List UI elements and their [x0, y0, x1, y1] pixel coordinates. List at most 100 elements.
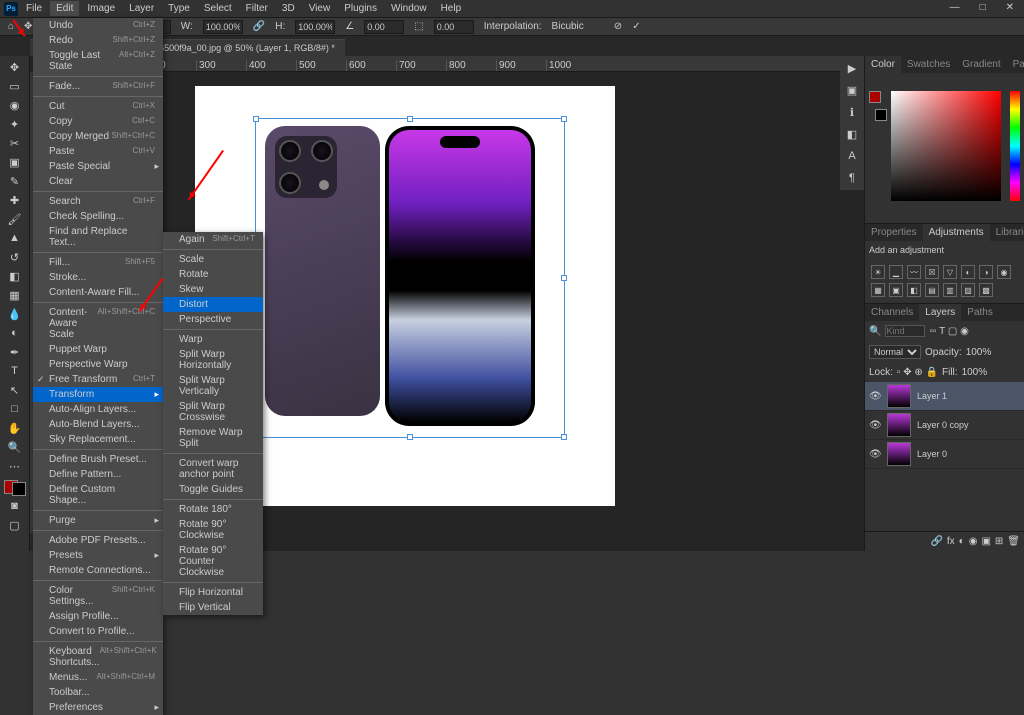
minimize-button[interactable]: — [944, 0, 966, 15]
menu-item-paste-special[interactable]: Paste Special [33, 159, 163, 174]
screenmode-tool[interactable]: ▢ [2, 516, 28, 534]
menu-item-define-pattern-[interactable]: Define Pattern... [33, 467, 163, 482]
actions-icon[interactable]: ▣ [842, 80, 862, 100]
menu-item-transform[interactable]: Transform [33, 387, 163, 402]
menu-item-search[interactable]: SearchCtrl+F [33, 194, 163, 209]
frame-tool[interactable]: ▣ [2, 153, 28, 171]
menu-item-fill-[interactable]: Fill...Shift+F5 [33, 255, 163, 270]
tab-patterns[interactable]: Patterns [1007, 56, 1024, 73]
menu-select[interactable]: Select [198, 1, 238, 16]
hue-slider[interactable] [1010, 91, 1020, 201]
menu-item-fade-[interactable]: Fade...Shift+Ctrl+F [33, 79, 163, 94]
transform-handle[interactable] [253, 116, 259, 122]
menu-item-distort[interactable]: Distort [163, 297, 263, 312]
tab-properties[interactable]: Properties [865, 224, 923, 241]
tab-paths[interactable]: Paths [961, 304, 999, 321]
layer-thumb[interactable] [887, 442, 911, 466]
transform-bounding-box[interactable] [255, 118, 565, 438]
menu-item-warp[interactable]: Warp [163, 332, 263, 347]
menu-file[interactable]: File [20, 1, 48, 16]
group-icon[interactable]: ▣ [981, 536, 990, 547]
layer-name[interactable]: Layer 1 [917, 391, 947, 401]
path-tool[interactable]: ↖ [2, 381, 28, 399]
dodge-tool[interactable]: ◐ [2, 324, 28, 342]
menu-image[interactable]: Image [81, 1, 121, 16]
quickmask-tool[interactable]: ◙ [2, 497, 28, 515]
visibility-icon[interactable]: 👁 [869, 391, 881, 402]
history-brush-tool[interactable]: ↺ [2, 248, 28, 266]
menu-item-copy-merged[interactable]: Copy MergedShift+Ctrl+C [33, 129, 163, 144]
marquee-tool[interactable]: ▭ [2, 77, 28, 95]
menu-item-flip-horizontal[interactable]: Flip Horizontal [163, 585, 263, 600]
menu-item-check-spelling-[interactable]: Check Spelling... [33, 209, 163, 224]
blend-mode-select[interactable]: Normal [869, 345, 921, 359]
layer-thumb[interactable] [887, 384, 911, 408]
new-layer-icon[interactable]: ⊞ [995, 536, 1003, 547]
fx-icon[interactable]: fx [947, 536, 955, 547]
menu-item-rotate-90-counter-clockwise[interactable]: Rotate 90° Counter Clockwise [163, 543, 263, 580]
menu-item-rotate[interactable]: Rotate [163, 267, 263, 282]
transform-w-input[interactable] [203, 20, 243, 34]
blur-tool[interactable]: 💧 [2, 305, 28, 323]
menu-edit[interactable]: Edit [50, 1, 79, 16]
menu-item-remote-connections-[interactable]: Remote Connections... [33, 563, 163, 578]
menu-item-stroke-[interactable]: Stroke... [33, 270, 163, 285]
shape-tool[interactable]: □ [2, 400, 28, 418]
menu-item-flip-vertical[interactable]: Flip Vertical [163, 600, 263, 615]
menu-item-convert-to-profile-[interactable]: Convert to Profile... [33, 624, 163, 639]
link-layers-icon[interactable]: 🔗 [930, 536, 942, 547]
menu-item-rotate-90-clockwise[interactable]: Rotate 90° Clockwise [163, 517, 263, 543]
menu-item-define-brush-preset-[interactable]: Define Brush Preset... [33, 452, 163, 467]
info-icon[interactable]: ℹ [842, 102, 862, 122]
menu-item-split-warp-horizontally[interactable]: Split Warp Horizontally [163, 347, 263, 373]
menu-item-menus-[interactable]: Menus...Alt+Shift+Ctrl+M [33, 670, 163, 685]
adj-poster[interactable]: ▤ [925, 283, 939, 297]
menu-view[interactable]: View [303, 1, 337, 16]
menu-item-toolbar-[interactable]: Toolbar... [33, 685, 163, 700]
adj-bw[interactable]: ◑ [979, 265, 993, 279]
adj-threshold[interactable]: ▥ [943, 283, 957, 297]
menu-item-split-warp-vertically[interactable]: Split Warp Vertically [163, 373, 263, 399]
adj-levels[interactable]: ▁ [889, 265, 903, 279]
adj-exposure[interactable]: ☒ [925, 265, 939, 279]
adj-invert[interactable]: ◧ [907, 283, 921, 297]
menu-item-convert-warp-anchor-point[interactable]: Convert warp anchor point [163, 456, 263, 482]
menu-item-adobe-pdf-presets-[interactable]: Adobe PDF Presets... [33, 533, 163, 548]
close-button[interactable]: ✕ [1000, 0, 1020, 15]
menu-item-find-and-replace-text-[interactable]: Find and Replace Text... [33, 224, 163, 250]
eraser-tool[interactable]: ◧ [2, 267, 28, 285]
menu-window[interactable]: Window [385, 1, 433, 16]
menu-item-define-custom-shape-[interactable]: Define Custom Shape... [33, 482, 163, 508]
layer-name[interactable]: Layer 0 copy [917, 420, 969, 430]
wand-tool[interactable]: ✦ [2, 115, 28, 133]
transform-h-input[interactable] [295, 20, 335, 34]
edit-toolbar[interactable]: ⋯ [2, 457, 28, 475]
menu-item-toggle-guides[interactable]: Toggle Guides [163, 482, 263, 497]
menu-item-presets[interactable]: Presets [33, 548, 163, 563]
menu-item-rotate-180-[interactable]: Rotate 180° [163, 502, 263, 517]
gradient-tool[interactable]: ▦ [2, 286, 28, 304]
layer-search[interactable] [885, 325, 925, 337]
menu-item-perspective-warp[interactable]: Perspective Warp [33, 357, 163, 372]
layer-thumb[interactable] [887, 413, 911, 437]
menu-item-color-settings-[interactable]: Color Settings...Shift+Ctrl+K [33, 583, 163, 609]
menu-item-perspective[interactable]: Perspective [163, 312, 263, 327]
heal-tool[interactable]: ✚ [2, 191, 28, 209]
transform-handle[interactable] [561, 434, 567, 440]
adj-brightness[interactable]: ☀ [871, 265, 885, 279]
menu-item-sky-replacement-[interactable]: Sky Replacement... [33, 432, 163, 447]
menu-item-assign-profile-[interactable]: Assign Profile... [33, 609, 163, 624]
transform-handle[interactable] [407, 434, 413, 440]
transform-skew-input[interactable] [434, 20, 474, 34]
tab-channels[interactable]: Channels [865, 304, 919, 321]
eyedropper-tool[interactable]: ✎ [2, 172, 28, 190]
menu-filter[interactable]: Filter [240, 1, 274, 16]
stamp-tool[interactable]: ▲ [2, 229, 28, 247]
menu-item-skew[interactable]: Skew [163, 282, 263, 297]
menu-item-free-transform[interactable]: Free TransformCtrl+T [33, 372, 163, 387]
color-swatch[interactable] [4, 480, 26, 496]
menu-item-scale[interactable]: Scale [163, 252, 263, 267]
para-icon[interactable]: ¶ [842, 168, 862, 188]
commit-transform-icon[interactable]: ✓ [632, 21, 640, 32]
menu-item-purge[interactable]: Purge [33, 513, 163, 528]
